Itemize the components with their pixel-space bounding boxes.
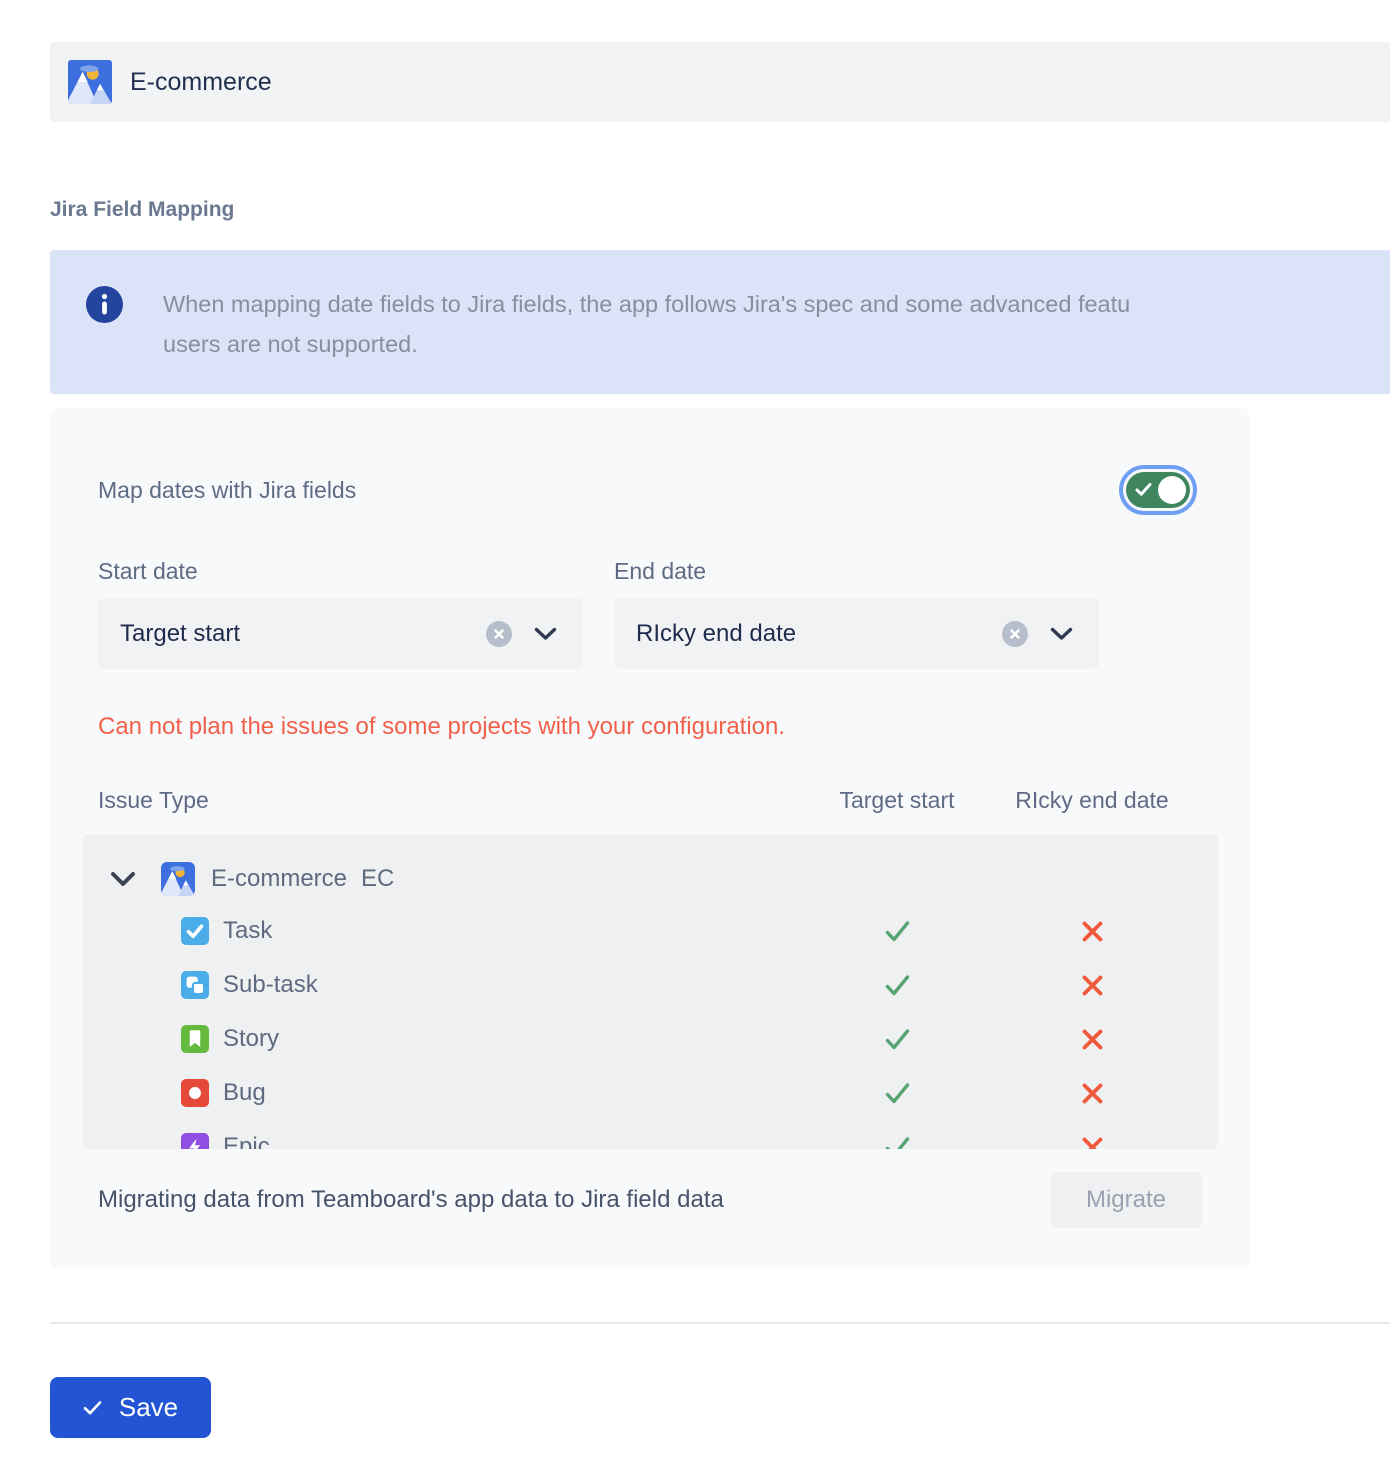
- table-row: Task: [82, 904, 1202, 958]
- column-issue-type: Issue Type: [98, 787, 812, 814]
- cross-icon: [982, 1028, 1202, 1051]
- table-header: Issue Type Target start RIcky end date: [98, 787, 1202, 814]
- start-date-label: Start date: [98, 558, 583, 585]
- map-dates-toggle[interactable]: [1126, 472, 1190, 508]
- project-avatar-icon: [161, 862, 195, 896]
- start-date-value: Target start: [120, 620, 486, 648]
- epic-icon: [181, 1133, 209, 1149]
- check-icon: [812, 973, 982, 998]
- divider: [50, 1322, 1390, 1324]
- end-date-label: End date: [614, 558, 1099, 585]
- project-name: E-commerce: [130, 68, 272, 97]
- check-icon: [812, 919, 982, 944]
- toggle-row: Map dates with Jira fields: [50, 472, 1250, 508]
- cross-icon: [982, 974, 1202, 997]
- banner-line-2: users are not supported.: [163, 324, 1130, 364]
- cross-icon: [982, 1082, 1202, 1105]
- cross-icon: [982, 920, 1202, 943]
- save-button[interactable]: Save: [50, 1377, 211, 1438]
- toggle-knob: [1158, 476, 1186, 504]
- page-title: Jira Field Mapping: [50, 198, 1390, 222]
- project-row-name: E-commerce: [211, 865, 347, 893]
- table-row: Sub-task: [82, 958, 1202, 1012]
- story-icon: [181, 1025, 209, 1053]
- issue-type-label: Epic: [223, 1133, 270, 1149]
- table-row: Epic: [82, 1120, 1202, 1149]
- clear-end-date-icon[interactable]: [1002, 621, 1028, 647]
- cross-icon: [982, 1136, 1202, 1150]
- toggle-check-icon: [1135, 482, 1152, 502]
- save-check-icon: [83, 1400, 102, 1416]
- issue-type-label: Task: [223, 917, 272, 945]
- check-icon: [812, 1081, 982, 1106]
- check-icon: [812, 1135, 982, 1150]
- start-date-select[interactable]: Target start: [98, 598, 583, 669]
- collapse-chevron-icon[interactable]: [110, 871, 136, 887]
- issue-type-label: Sub-task: [223, 971, 318, 999]
- banner-line-1: When mapping date fields to Jira fields,…: [163, 284, 1130, 324]
- date-fields-row: Start date Target start: [50, 558, 1250, 669]
- migrate-description: Migrating data from Teamboard's app data…: [98, 1186, 724, 1214]
- migrate-row: Migrating data from Teamboard's app data…: [98, 1172, 1202, 1228]
- column-end-date: RIcky end date: [982, 787, 1202, 814]
- bug-icon: [181, 1079, 209, 1107]
- chevron-down-icon: [534, 627, 557, 641]
- project-header-bar: E-commerce: [50, 42, 1390, 122]
- table-row: Story: [82, 1012, 1202, 1066]
- issue-type-label: Story: [223, 1025, 279, 1053]
- configuration-warning: Can not plan the issues of some projects…: [98, 713, 1202, 741]
- info-banner: When mapping date fields to Jira fields,…: [50, 250, 1390, 394]
- issue-type-table[interactable]: E-commerce EC Task: [82, 834, 1218, 1149]
- end-date-value: RIcky end date: [636, 620, 1002, 648]
- project-avatar-icon: [68, 60, 112, 104]
- field-mapping-card: Map dates with Jira fields Start date Ta…: [50, 408, 1250, 1268]
- table-row: Bug: [82, 1066, 1202, 1120]
- task-icon: [181, 917, 209, 945]
- settings-page: E-commerce Jira Field Mapping When mappi…: [0, 0, 1390, 1478]
- clear-start-date-icon[interactable]: [486, 621, 512, 647]
- issue-type-label: Bug: [223, 1079, 266, 1107]
- project-group-row: E-commerce EC: [82, 854, 1202, 904]
- info-icon: [86, 286, 123, 323]
- end-date-select[interactable]: RIcky end date: [614, 598, 1099, 669]
- end-date-field: End date RIcky end date: [614, 558, 1099, 669]
- migrate-button[interactable]: Migrate: [1050, 1172, 1202, 1228]
- map-dates-label: Map dates with Jira fields: [98, 477, 356, 504]
- subtask-icon: [181, 971, 209, 999]
- banner-text: When mapping date fields to Jira fields,…: [163, 284, 1130, 394]
- chevron-down-icon: [1050, 627, 1073, 641]
- save-button-label: Save: [119, 1392, 178, 1423]
- start-date-field: Start date Target start: [98, 558, 583, 669]
- project-row-key: EC: [361, 865, 394, 893]
- check-icon: [812, 1027, 982, 1052]
- column-target-start: Target start: [812, 787, 982, 814]
